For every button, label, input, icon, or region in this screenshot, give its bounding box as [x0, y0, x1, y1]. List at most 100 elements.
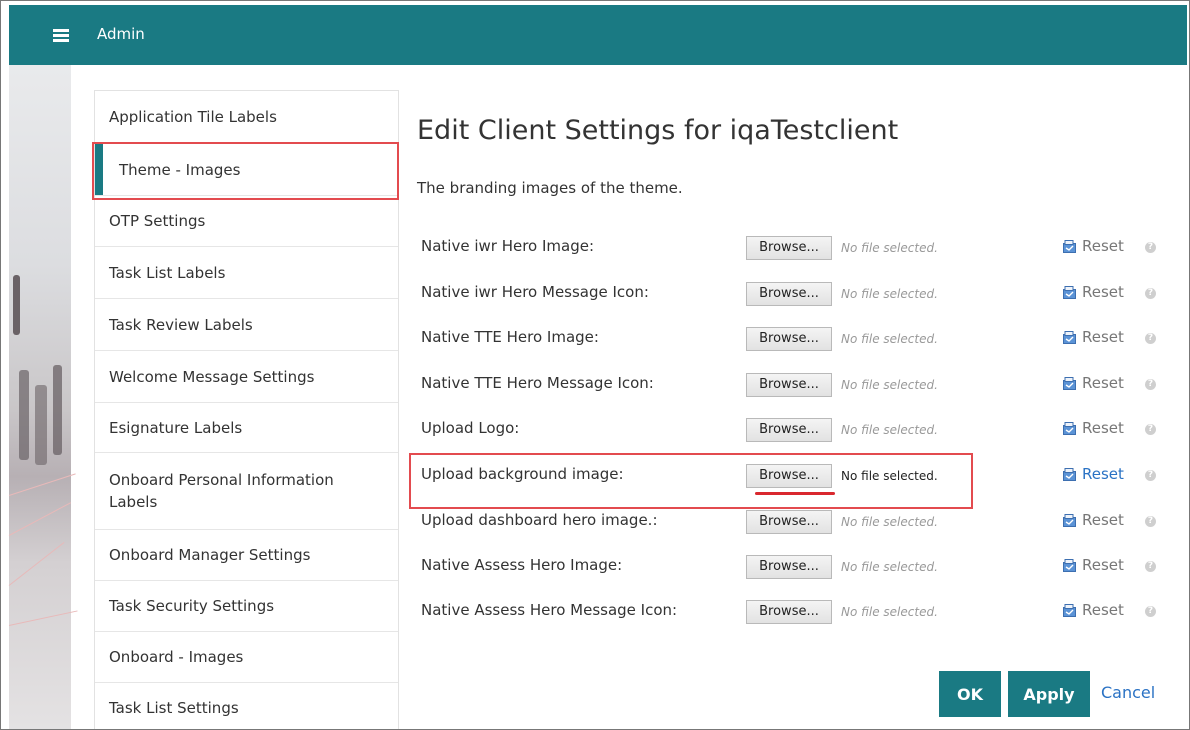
file-status: No file selected. — [841, 378, 938, 392]
file-status: No file selected. — [841, 241, 938, 255]
setting-label: Native TTE Hero Image: — [421, 328, 599, 346]
browse-button[interactable]: Browse... — [746, 373, 832, 397]
file-status: No file selected. — [841, 560, 938, 574]
sidebar-item-task-review-labels[interactable]: Task Review Labels — [95, 299, 398, 351]
help-icon[interactable]: ? — [1145, 516, 1156, 527]
sidebar-item-otp-settings[interactable]: OTP Settings — [95, 196, 398, 247]
cancel-link[interactable]: Cancel — [1101, 683, 1155, 702]
reset-icon — [1063, 285, 1076, 299]
setting-row: Upload background image: Browse... No file… — [421, 461, 1171, 491]
setting-label: Native Assess Hero Message Icon: — [421, 601, 678, 619]
help-icon[interactable]: ? — [1145, 379, 1156, 390]
reset-label: Reset — [1082, 419, 1124, 437]
sidebar-item-task-list-labels[interactable]: Task List Labels — [95, 247, 398, 299]
reset-icon — [1063, 513, 1076, 527]
page-title: Edit Client Settings for iqaTestclient — [417, 115, 899, 146]
reset-button[interactable]: Reset — [1063, 237, 1124, 255]
help-icon[interactable]: ? — [1145, 606, 1156, 617]
help-icon[interactable]: ? — [1145, 333, 1156, 344]
browse-button[interactable]: Browse... — [746, 327, 832, 351]
file-status: No file selected. — [841, 332, 938, 346]
reset-button[interactable]: Reset — [1063, 511, 1124, 529]
setting-row: Native iwr Hero Message Icon: Browse... No… — [421, 279, 1171, 309]
sidebar-item-label: Onboard - Images — [109, 648, 244, 666]
reset-button[interactable]: Reset — [1063, 283, 1124, 301]
sidebar-item-onboard-images[interactable]: Onboard - Images — [95, 632, 398, 683]
photo-line — [8, 610, 78, 626]
photo-figure — [53, 365, 62, 455]
setting-label: Upload Logo: — [421, 419, 520, 437]
page-subtitle: The branding images of the theme. — [417, 179, 683, 197]
help-icon[interactable]: ? — [1145, 561, 1156, 572]
file-status: No file selected. — [841, 423, 938, 437]
sidebar-item-label: Application Tile Labels — [109, 108, 277, 126]
reset-button[interactable]: Reset — [1063, 328, 1124, 346]
sidebar-item-label: Esignature Labels — [109, 418, 243, 437]
browse-button[interactable]: Browse... — [746, 418, 832, 442]
sidebar-item-label: Welcome Message Settings — [109, 367, 315, 386]
help-icon[interactable]: ? — [1145, 288, 1156, 299]
reset-button[interactable]: Reset — [1063, 601, 1124, 619]
reset-button[interactable]: Reset — [1063, 465, 1124, 483]
setting-label: Native iwr Hero Message Icon: — [421, 283, 649, 301]
photo-line — [8, 542, 65, 586]
reset-label: Reset — [1082, 556, 1124, 574]
browse-button[interactable]: Browse... — [746, 464, 832, 488]
setting-row: Native Assess Hero Message Icon: Browse..… — [421, 597, 1171, 627]
reset-icon — [1063, 467, 1076, 481]
app-title: Admin — [97, 25, 145, 43]
setting-row: Upload Logo: Browse... No file selected. Re… — [421, 415, 1171, 445]
reset-label: Reset — [1082, 511, 1124, 529]
photo-line — [8, 502, 72, 536]
sidebar-item-onboard-personal-information-labels[interactable]: Onboard Personal Information Labels — [95, 453, 398, 530]
browse-button[interactable]: Browse... — [746, 555, 832, 579]
sidebar-item-esignature-labels[interactable]: Esignature Labels — [95, 403, 398, 453]
reset-button[interactable]: Reset — [1063, 419, 1124, 437]
sidebar-item-application-tile-labels[interactable]: Application Tile Labels — [95, 91, 398, 144]
reset-label: Reset — [1082, 237, 1124, 255]
reset-button[interactable]: Reset — [1063, 374, 1124, 392]
setting-label: Native iwr Hero Image: — [421, 237, 595, 255]
setting-row: Upload dashboard hero image.: Browse... No… — [421, 507, 1171, 537]
hamburger-icon[interactable] — [53, 29, 69, 42]
setting-row: Native TTE Hero Message Icon: Browse... No… — [421, 370, 1171, 400]
reset-button[interactable]: Reset — [1063, 556, 1124, 574]
reset-label: Reset — [1082, 328, 1124, 346]
reset-label: Reset — [1082, 374, 1124, 392]
top-bar: Admin — [9, 5, 1187, 65]
sidebar-item-label: Theme - Images — [119, 160, 241, 179]
setting-label: Upload background image: — [421, 465, 624, 483]
background-photo — [8, 65, 78, 729]
photo-figure — [19, 370, 29, 460]
browse-button[interactable]: Browse... — [746, 600, 832, 624]
browse-button[interactable]: Browse... — [746, 236, 832, 260]
sidebar-item-theme-images[interactable]: Theme - Images — [95, 144, 398, 196]
browse-button[interactable]: Browse... — [746, 282, 832, 306]
sidebar-item-label: Task List Labels — [109, 263, 226, 282]
setting-row: Native TTE Hero Image: Browse... No file s… — [421, 324, 1171, 354]
setting-label: Native Assess Hero Image: — [421, 556, 623, 574]
file-status: No file selected. — [841, 469, 938, 483]
file-status: No file selected. — [841, 287, 938, 301]
reset-label: Reset — [1082, 465, 1124, 483]
sidebar-item-label: Onboard Personal Information Labels — [109, 471, 334, 511]
sidebar-item-label: OTP Settings — [109, 212, 206, 230]
browse-button[interactable]: Browse... — [746, 510, 832, 534]
apply-button[interactable]: Apply — [1008, 671, 1090, 717]
sidebar-item-task-security-settings[interactable]: Task Security Settings — [95, 581, 398, 632]
help-icon[interactable]: ? — [1145, 470, 1156, 481]
help-icon[interactable]: ? — [1145, 242, 1156, 253]
help-icon[interactable]: ? — [1145, 424, 1156, 435]
sidebar-item-label: Task Review Labels — [109, 315, 253, 334]
photo-figure — [13, 275, 20, 335]
file-status: No file selected. — [841, 605, 938, 619]
reset-icon — [1063, 603, 1076, 617]
sidebar-item-onboard-manager-settings[interactable]: Onboard Manager Settings — [95, 530, 398, 581]
setting-row: Native Assess Hero Image: Browse... No fil… — [421, 552, 1171, 582]
reset-icon — [1063, 558, 1076, 572]
sidebar-item-task-list-settings[interactable]: Task List Settings — [95, 683, 398, 729]
ok-button[interactable]: OK — [939, 671, 1001, 717]
reset-label: Reset — [1082, 283, 1124, 301]
reset-icon — [1063, 330, 1076, 344]
sidebar-item-welcome-message-settings[interactable]: Welcome Message Settings — [95, 351, 398, 403]
